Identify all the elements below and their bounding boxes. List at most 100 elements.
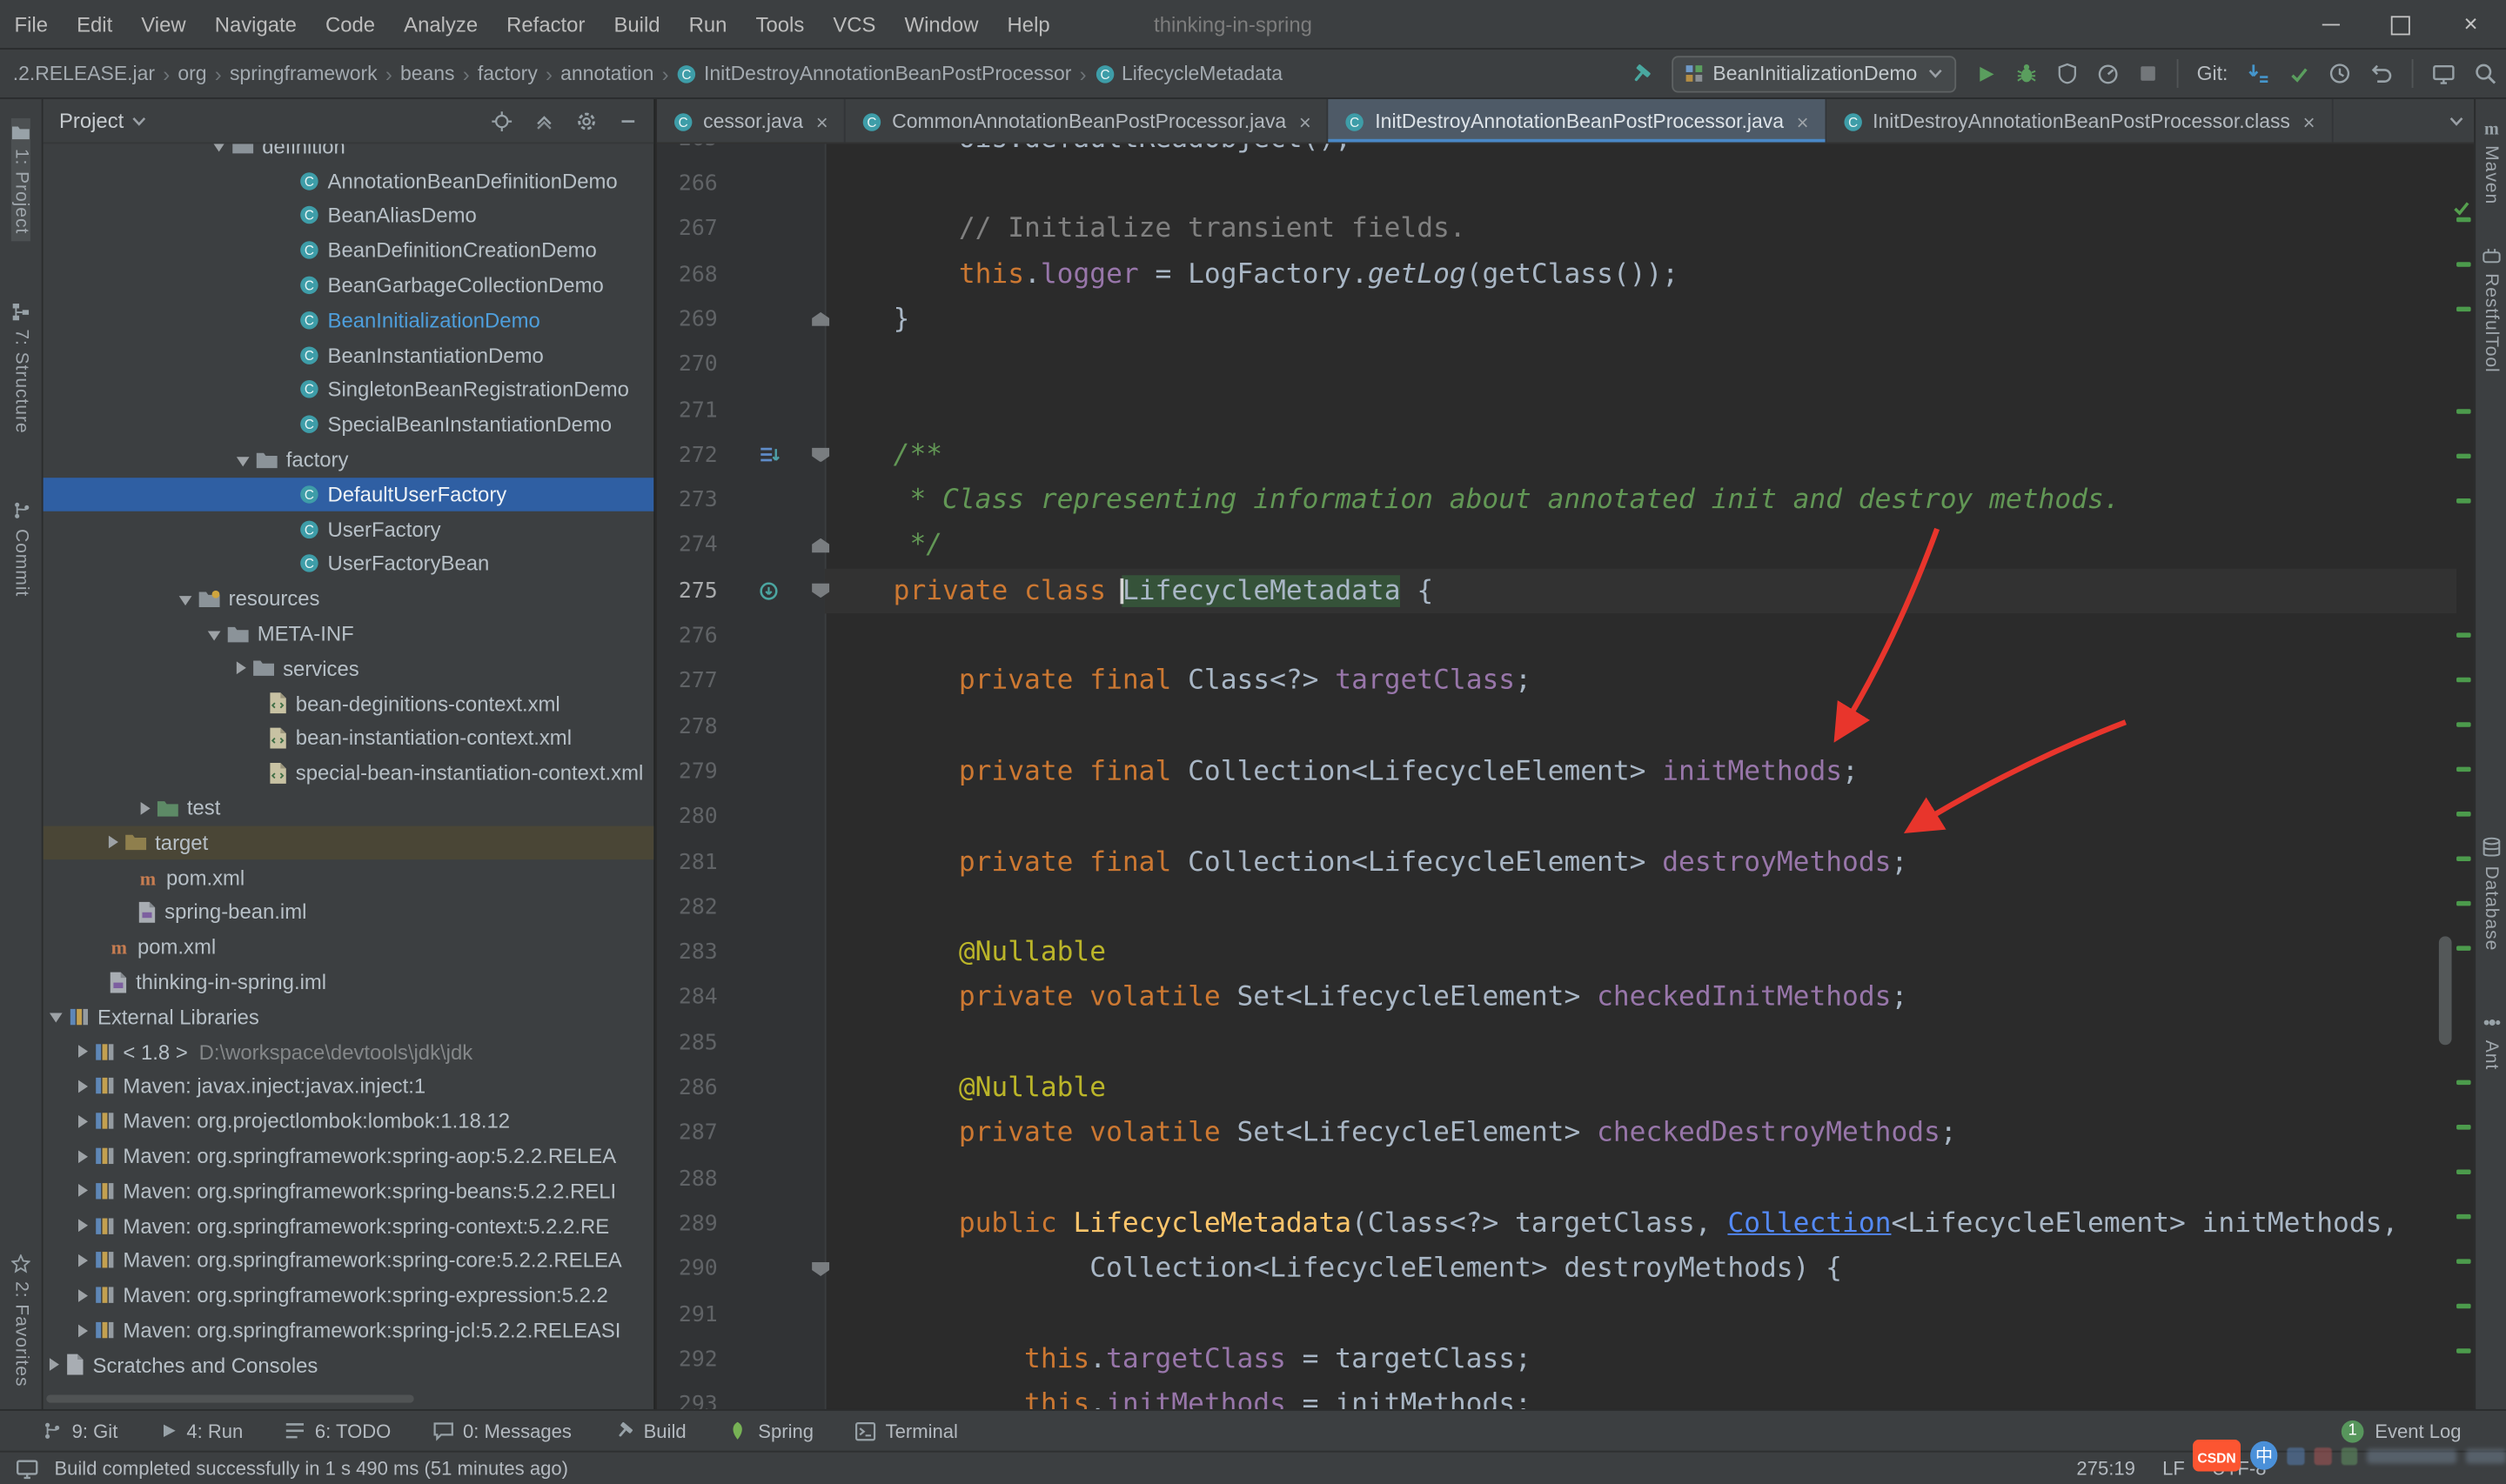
menu-vcs[interactable]: VCS bbox=[819, 0, 890, 49]
close-button[interactable]: × bbox=[2436, 0, 2506, 50]
menu-file[interactable]: File bbox=[0, 0, 63, 49]
fold-marker-icon[interactable] bbox=[812, 312, 829, 327]
tool-strip-tab----structure[interactable]: 7: Structure bbox=[11, 295, 30, 439]
tree-expander-down-icon[interactable] bbox=[212, 143, 225, 152]
vcs-change-stripe-mark[interactable] bbox=[2456, 767, 2471, 772]
vcs-change-stripe-mark[interactable] bbox=[2456, 812, 2471, 817]
tool-button-0--messages[interactable]: 0: Messages bbox=[432, 1420, 572, 1442]
tree-item-defaultuserfactory[interactable]: CDefaultUserFactory bbox=[44, 477, 655, 511]
project-horizontal-scrollbar[interactable] bbox=[46, 1394, 413, 1402]
vcs-change-stripe-mark[interactable] bbox=[2456, 262, 2471, 267]
code-line-267[interactable]: 267 // Initialize transient fields. bbox=[657, 206, 2456, 251]
menu-build[interactable]: Build bbox=[600, 0, 674, 49]
override-gutter-icon[interactable] bbox=[759, 581, 778, 600]
doc-list-gutter-icon[interactable] bbox=[759, 445, 780, 463]
tool-strip-tab-commit[interactable]: Commit bbox=[10, 494, 31, 604]
tab-close-icon[interactable]: × bbox=[1797, 111, 1809, 132]
tree-item-beaninstantiationdemo[interactable]: CBeanInstantiationDemo bbox=[44, 338, 655, 372]
tree-item-userfactory[interactable]: CUserFactory bbox=[44, 511, 655, 546]
tree-item-maven--org-springframework-spring-jcl-5-2-2-releasi[interactable]: Maven: org.springframework:spring-jcl:5.… bbox=[44, 1313, 655, 1347]
breadcrumb-item[interactable]: CLifecycleMetadata bbox=[1095, 63, 1283, 85]
rollback-icon[interactable] bbox=[2370, 63, 2393, 85]
fold-marker-icon[interactable] bbox=[812, 1261, 829, 1276]
editor-content[interactable]: 265 ois.defaultReadObject();266267 // In… bbox=[657, 144, 2474, 1409]
tree-expander-right-icon[interactable] bbox=[78, 1220, 88, 1233]
code-line-275[interactable]: 275 private class LifecycleMetadata { bbox=[657, 568, 2456, 613]
breadcrumb-item[interactable]: .2.RELEASE.jar bbox=[13, 63, 155, 85]
tool-button-terminal[interactable]: Terminal bbox=[855, 1420, 958, 1442]
tree-item-services[interactable]: services bbox=[44, 651, 655, 685]
tree-item-annotationbeandefinitiondemo[interactable]: CAnnotationBeanDefinitionDemo bbox=[44, 164, 655, 198]
tree-expander-right-icon[interactable] bbox=[237, 662, 246, 675]
locate-file-icon[interactable] bbox=[491, 110, 513, 132]
tree-item-bean-instantiation-context-xml[interactable]: bean-instantiation-context.xml bbox=[44, 721, 655, 756]
tree-item-factory[interactable]: factory bbox=[44, 442, 655, 477]
code-line-284[interactable]: 284 private volatile Set<LifecycleElemen… bbox=[657, 975, 2456, 1020]
tool-window-switcher-icon[interactable] bbox=[16, 1458, 38, 1479]
menu-analyze[interactable]: Analyze bbox=[390, 0, 492, 49]
tab-overflow-chevron-icon[interactable] bbox=[2449, 115, 2464, 128]
menu-code[interactable]: Code bbox=[311, 0, 389, 49]
code-line-272[interactable]: 272 /** bbox=[657, 432, 2456, 478]
menu-help[interactable]: Help bbox=[993, 0, 1064, 49]
line-ending[interactable]: LF bbox=[2162, 1457, 2185, 1480]
tree-item-singletonbeanregistrationdemo[interactable]: CSingletonBeanRegistrationDemo bbox=[44, 372, 655, 407]
breadcrumb-item[interactable]: springframework bbox=[230, 63, 378, 85]
tool-strip-tab-ant[interactable]: Ant bbox=[2476, 1006, 2506, 1076]
editor-tab-cessor-java[interactable]: Ccessor.java× bbox=[657, 99, 846, 144]
vcs-change-stripe-mark[interactable] bbox=[2456, 632, 2471, 638]
tree-item-thinking-in-spring-iml[interactable]: thinking-in-spring.iml bbox=[44, 965, 655, 999]
tree-item-resources[interactable]: resources bbox=[44, 581, 655, 616]
vcs-change-stripe-mark[interactable] bbox=[2456, 307, 2471, 312]
maximize-button[interactable] bbox=[2365, 0, 2436, 50]
editor-tab-initdestroyannotationbeanpostprocessor-java[interactable]: CInitDestroyAnnotationBeanPostProcessor.… bbox=[1329, 99, 1826, 144]
tree-expander-right-icon[interactable] bbox=[50, 1359, 59, 1372]
menu-refactor[interactable]: Refactor bbox=[492, 0, 600, 49]
vcs-change-stripe-mark[interactable] bbox=[2456, 901, 2471, 906]
tool-strip-tab-database[interactable]: Database bbox=[2476, 831, 2506, 958]
tool-strip-tab-maven[interactable]: mMaven bbox=[2476, 112, 2506, 211]
tree-expander-right-icon[interactable] bbox=[78, 1324, 88, 1337]
vcs-change-stripe-mark[interactable] bbox=[2456, 1080, 2471, 1086]
code-line-273[interactable]: 273 * Class representing information abo… bbox=[657, 478, 2456, 523]
tool-strip-tab-restfultool[interactable]: RestfulTool bbox=[2476, 240, 2506, 380]
monitor-icon[interactable] bbox=[2433, 64, 2456, 84]
update-icon[interactable] bbox=[2247, 63, 2269, 85]
tree-item-target[interactable]: target bbox=[44, 826, 655, 860]
fold-marker-icon[interactable] bbox=[812, 448, 829, 463]
tree-expander-right-icon[interactable] bbox=[78, 1046, 88, 1059]
code-line-286[interactable]: 286 @Nullable bbox=[657, 1066, 2456, 1111]
inspections-ok-icon[interactable] bbox=[2452, 198, 2471, 217]
tree-expander-right-icon[interactable] bbox=[78, 1115, 88, 1128]
editor-tab-initdestroyannotationbeanpostprocessor-class[interactable]: CInitDestroyAnnotationBeanPostProcessor.… bbox=[1826, 99, 2333, 144]
vcs-change-stripe-mark[interactable] bbox=[2456, 1214, 2471, 1220]
code-line-266[interactable]: 266 bbox=[657, 162, 2456, 207]
tree-item-beangarbagecollectiondemo[interactable]: CBeanGarbageCollectionDemo bbox=[44, 268, 655, 303]
vcs-change-stripe-mark[interactable] bbox=[2456, 1304, 2471, 1309]
caret-position[interactable]: 275:19 bbox=[2076, 1457, 2134, 1480]
search-icon[interactable] bbox=[2474, 63, 2496, 85]
vcs-change-stripe-mark[interactable] bbox=[2456, 1125, 2471, 1130]
tree-expander-right-icon[interactable] bbox=[109, 836, 118, 849]
editor-scrollbar[interactable] bbox=[2439, 936, 2452, 1045]
tree-item-maven--org-springframework-spring-context-5-2-2-re[interactable]: Maven: org.springframework:spring-contex… bbox=[44, 1208, 655, 1243]
profiler-icon[interactable] bbox=[2096, 63, 2119, 85]
breadcrumb-item[interactable]: CInitDestroyAnnotationBeanPostProcessor bbox=[677, 63, 1072, 85]
code-line-276[interactable]: 276 bbox=[657, 613, 2456, 658]
tool-button-build[interactable]: Build bbox=[613, 1420, 687, 1442]
code-line-287[interactable]: 287 private volatile Set<LifecycleElemen… bbox=[657, 1111, 2456, 1156]
code-line-270[interactable]: 270 bbox=[657, 342, 2456, 387]
code-line-269[interactable]: 269 } bbox=[657, 297, 2456, 342]
tool-button-spring[interactable]: Spring bbox=[727, 1420, 814, 1442]
breadcrumb-item[interactable]: annotation bbox=[560, 63, 653, 85]
tree-expander-right-icon[interactable] bbox=[78, 1185, 88, 1198]
tree-item-meta-inf[interactable]: META-INF bbox=[44, 616, 655, 651]
code-line-290[interactable]: 290 Collection<LifecycleElement> destroy… bbox=[657, 1247, 2456, 1292]
gear-icon[interactable] bbox=[575, 110, 598, 132]
coverage-icon[interactable] bbox=[2056, 63, 2077, 85]
code-line-291[interactable]: 291 bbox=[657, 1292, 2456, 1337]
tab-close-icon[interactable]: × bbox=[816, 111, 828, 132]
tree-expander-down-icon[interactable] bbox=[50, 1013, 63, 1023]
tree-expander-down-icon[interactable] bbox=[237, 457, 250, 466]
tool-button-6--todo[interactable]: 6: TODO bbox=[285, 1420, 391, 1442]
